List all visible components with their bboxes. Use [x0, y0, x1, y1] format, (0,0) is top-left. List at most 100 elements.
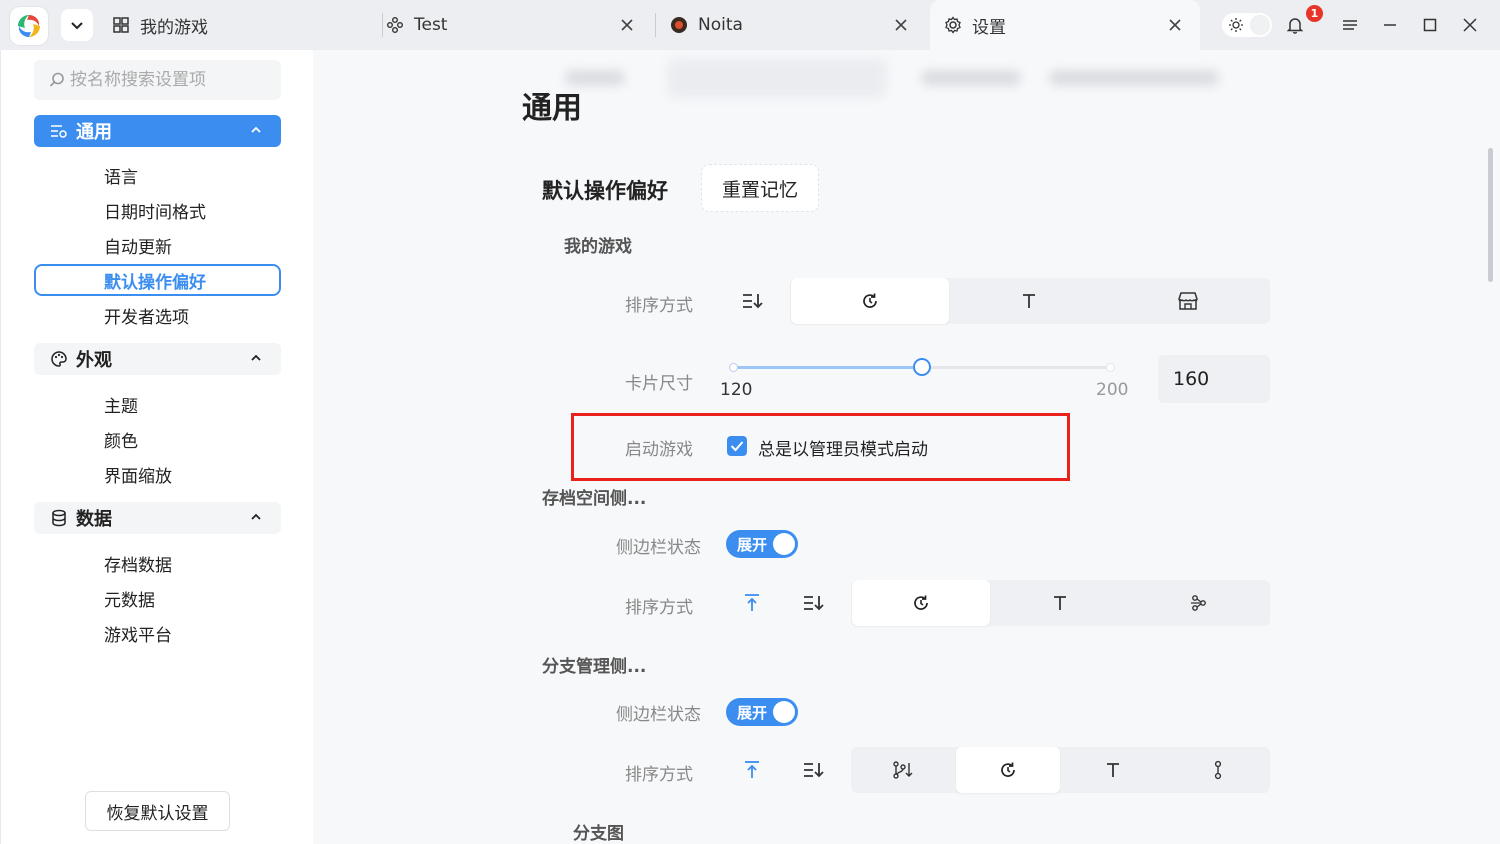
- toggle-knob: [773, 701, 795, 723]
- sidebar-item-save-data[interactable]: 存档数据: [34, 547, 281, 579]
- notification-button[interactable]: [1283, 13, 1307, 37]
- tab-noita[interactable]: Noita: [660, 0, 926, 50]
- sidebar-item-ui-scale[interactable]: 界面缩放: [34, 458, 281, 490]
- sort-by-branch-option[interactable]: [851, 747, 955, 793]
- my-games-heading: 我的游戏: [564, 237, 632, 257]
- sidebar-group-appearance[interactable]: 外观: [34, 343, 281, 375]
- slider-max-dot: [1106, 363, 1115, 372]
- saves-sidebar-toggle[interactable]: 展开: [726, 530, 798, 558]
- sidebar-item-theme[interactable]: 主题: [34, 388, 281, 420]
- restore-defaults-button[interactable]: 恢复默认设置: [85, 791, 230, 831]
- branch-graph-heading: 分支图: [573, 824, 624, 844]
- window-close-button[interactable]: [1458, 13, 1482, 37]
- tab-my-games[interactable]: 我的游戏: [112, 0, 382, 50]
- saves-sort-segmented: [851, 580, 1270, 626]
- chevron-up-icon: [251, 126, 261, 133]
- run-as-admin-checkbox[interactable]: [727, 436, 747, 456]
- blurred-toolbar: [553, 58, 1273, 104]
- sidebar-item-language[interactable]: 语言: [34, 159, 281, 191]
- tab-test[interactable]: Test: [386, 0, 652, 50]
- settings-search[interactable]: [34, 60, 281, 100]
- slider-max-label: 200: [1096, 380, 1129, 400]
- sidebar-item-default-preferences[interactable]: 默认操作偏好: [34, 264, 281, 296]
- settings-sidebar: 通用 语言 日期时间格式 自动更新 默认操作偏好 开发者选项 外观 主题 颜色 …: [0, 50, 313, 844]
- sort-to-top-icon[interactable]: [740, 591, 764, 615]
- tab-label: 我的游戏: [140, 17, 208, 38]
- card-size-slider[interactable]: [729, 358, 1115, 376]
- tab-separator: [382, 13, 383, 37]
- reset-memory-button[interactable]: 重置记忆: [701, 164, 819, 212]
- search-input[interactable]: [70, 70, 270, 90]
- text-icon: [1107, 763, 1119, 777]
- section-title: 默认操作偏好: [542, 179, 668, 203]
- close-icon[interactable]: [1166, 16, 1184, 34]
- close-icon[interactable]: [892, 16, 910, 34]
- saves-side-heading: 存档空间侧...: [542, 489, 647, 509]
- chevron-up-icon: [251, 354, 261, 361]
- text-icon: [1023, 294, 1035, 308]
- theme-toggle-knob: [1251, 16, 1269, 34]
- my-games-sort-segmented: [790, 278, 1270, 324]
- page-title: 通用: [522, 91, 582, 126]
- notification-badge: 1: [1306, 5, 1323, 22]
- close-icon[interactable]: [618, 16, 636, 34]
- tab-label: Noita: [698, 15, 743, 35]
- sort-by-recent-option[interactable]: [791, 278, 949, 324]
- bell-icon: [1286, 18, 1304, 34]
- search-icon: [49, 72, 64, 87]
- sidebar-item-auto-update[interactable]: 自动更新: [34, 229, 281, 261]
- sidebar-item-developer-options[interactable]: 开发者选项: [34, 299, 281, 331]
- sort-by-commit-option[interactable]: [1166, 747, 1270, 793]
- sort-by-name-option[interactable]: [950, 278, 1108, 324]
- sort-by-recent-option[interactable]: [852, 580, 990, 626]
- tab-settings[interactable]: 设置: [930, 0, 1200, 50]
- palette-icon: [50, 350, 68, 368]
- branch-sidebar-toggle[interactable]: 展开: [726, 698, 798, 726]
- settings-content: 通用 默认操作偏好 重置记忆 我的游戏 排序方式 卡片尺寸 120 200 16…: [313, 50, 1500, 844]
- branch-sidebar-state-label: 侧边栏状态: [616, 705, 701, 725]
- sort-by-structure-option[interactable]: [1130, 580, 1268, 626]
- sort-by-name-option[interactable]: [991, 580, 1129, 626]
- branch-sort-segmented: [851, 747, 1270, 793]
- sort-direction-icon[interactable]: [741, 289, 765, 313]
- sidebar-item-datetime-format[interactable]: 日期时间格式: [34, 194, 281, 226]
- content-scrollbar[interactable]: [1488, 148, 1493, 282]
- chevron-down-icon: [71, 22, 83, 30]
- commit-icon: [1214, 760, 1222, 780]
- sidebar-item-color[interactable]: 颜色: [34, 423, 281, 455]
- sort-by-recent-option[interactable]: [956, 747, 1060, 793]
- toggle-knob: [773, 533, 795, 555]
- slider-handle[interactable]: [913, 358, 931, 376]
- sort-to-top-icon[interactable]: [740, 758, 764, 782]
- sidebar-item-metadata[interactable]: 元数据: [34, 582, 281, 614]
- run-as-admin-label[interactable]: 总是以管理员模式启动: [758, 435, 928, 460]
- saves-sort-label: 排序方式: [625, 598, 693, 618]
- menu-icon: [1343, 20, 1357, 30]
- gamepad-icon: [386, 16, 404, 34]
- sort-by-name-option[interactable]: [1061, 747, 1165, 793]
- sort-direction-icon[interactable]: [802, 758, 826, 782]
- sidebar-item-game-platforms[interactable]: 游戏平台: [34, 617, 281, 649]
- maximize-icon: [1423, 18, 1437, 32]
- sidebar-group-data[interactable]: 数据: [34, 502, 281, 534]
- launch-game-label: 启动游戏: [625, 440, 693, 460]
- sidebar-group-general[interactable]: 通用: [34, 115, 281, 147]
- branch-sort-label: 排序方式: [625, 765, 693, 785]
- sort-direction-icon[interactable]: [802, 591, 826, 615]
- card-size-label: 卡片尺寸: [625, 374, 693, 394]
- menu-button[interactable]: [1338, 13, 1362, 37]
- sidebar-group-label: 通用: [76, 122, 112, 143]
- tab-label: 设置: [972, 17, 1006, 38]
- theme-toggle[interactable]: [1222, 13, 1272, 37]
- tab-label: Test: [414, 15, 448, 35]
- card-size-input[interactable]: 160: [1158, 355, 1270, 403]
- tab-list-dropdown-button[interactable]: [61, 9, 93, 41]
- store-icon: [1178, 292, 1198, 310]
- maximize-button[interactable]: [1418, 13, 1442, 37]
- app-logo[interactable]: [10, 7, 48, 45]
- minimize-button[interactable]: [1378, 13, 1402, 37]
- saves-sidebar-state-label: 侧边栏状态: [616, 538, 701, 558]
- database-icon: [50, 509, 68, 527]
- slider-min-label: 120: [720, 380, 753, 400]
- sort-by-platform-option[interactable]: [1109, 278, 1267, 324]
